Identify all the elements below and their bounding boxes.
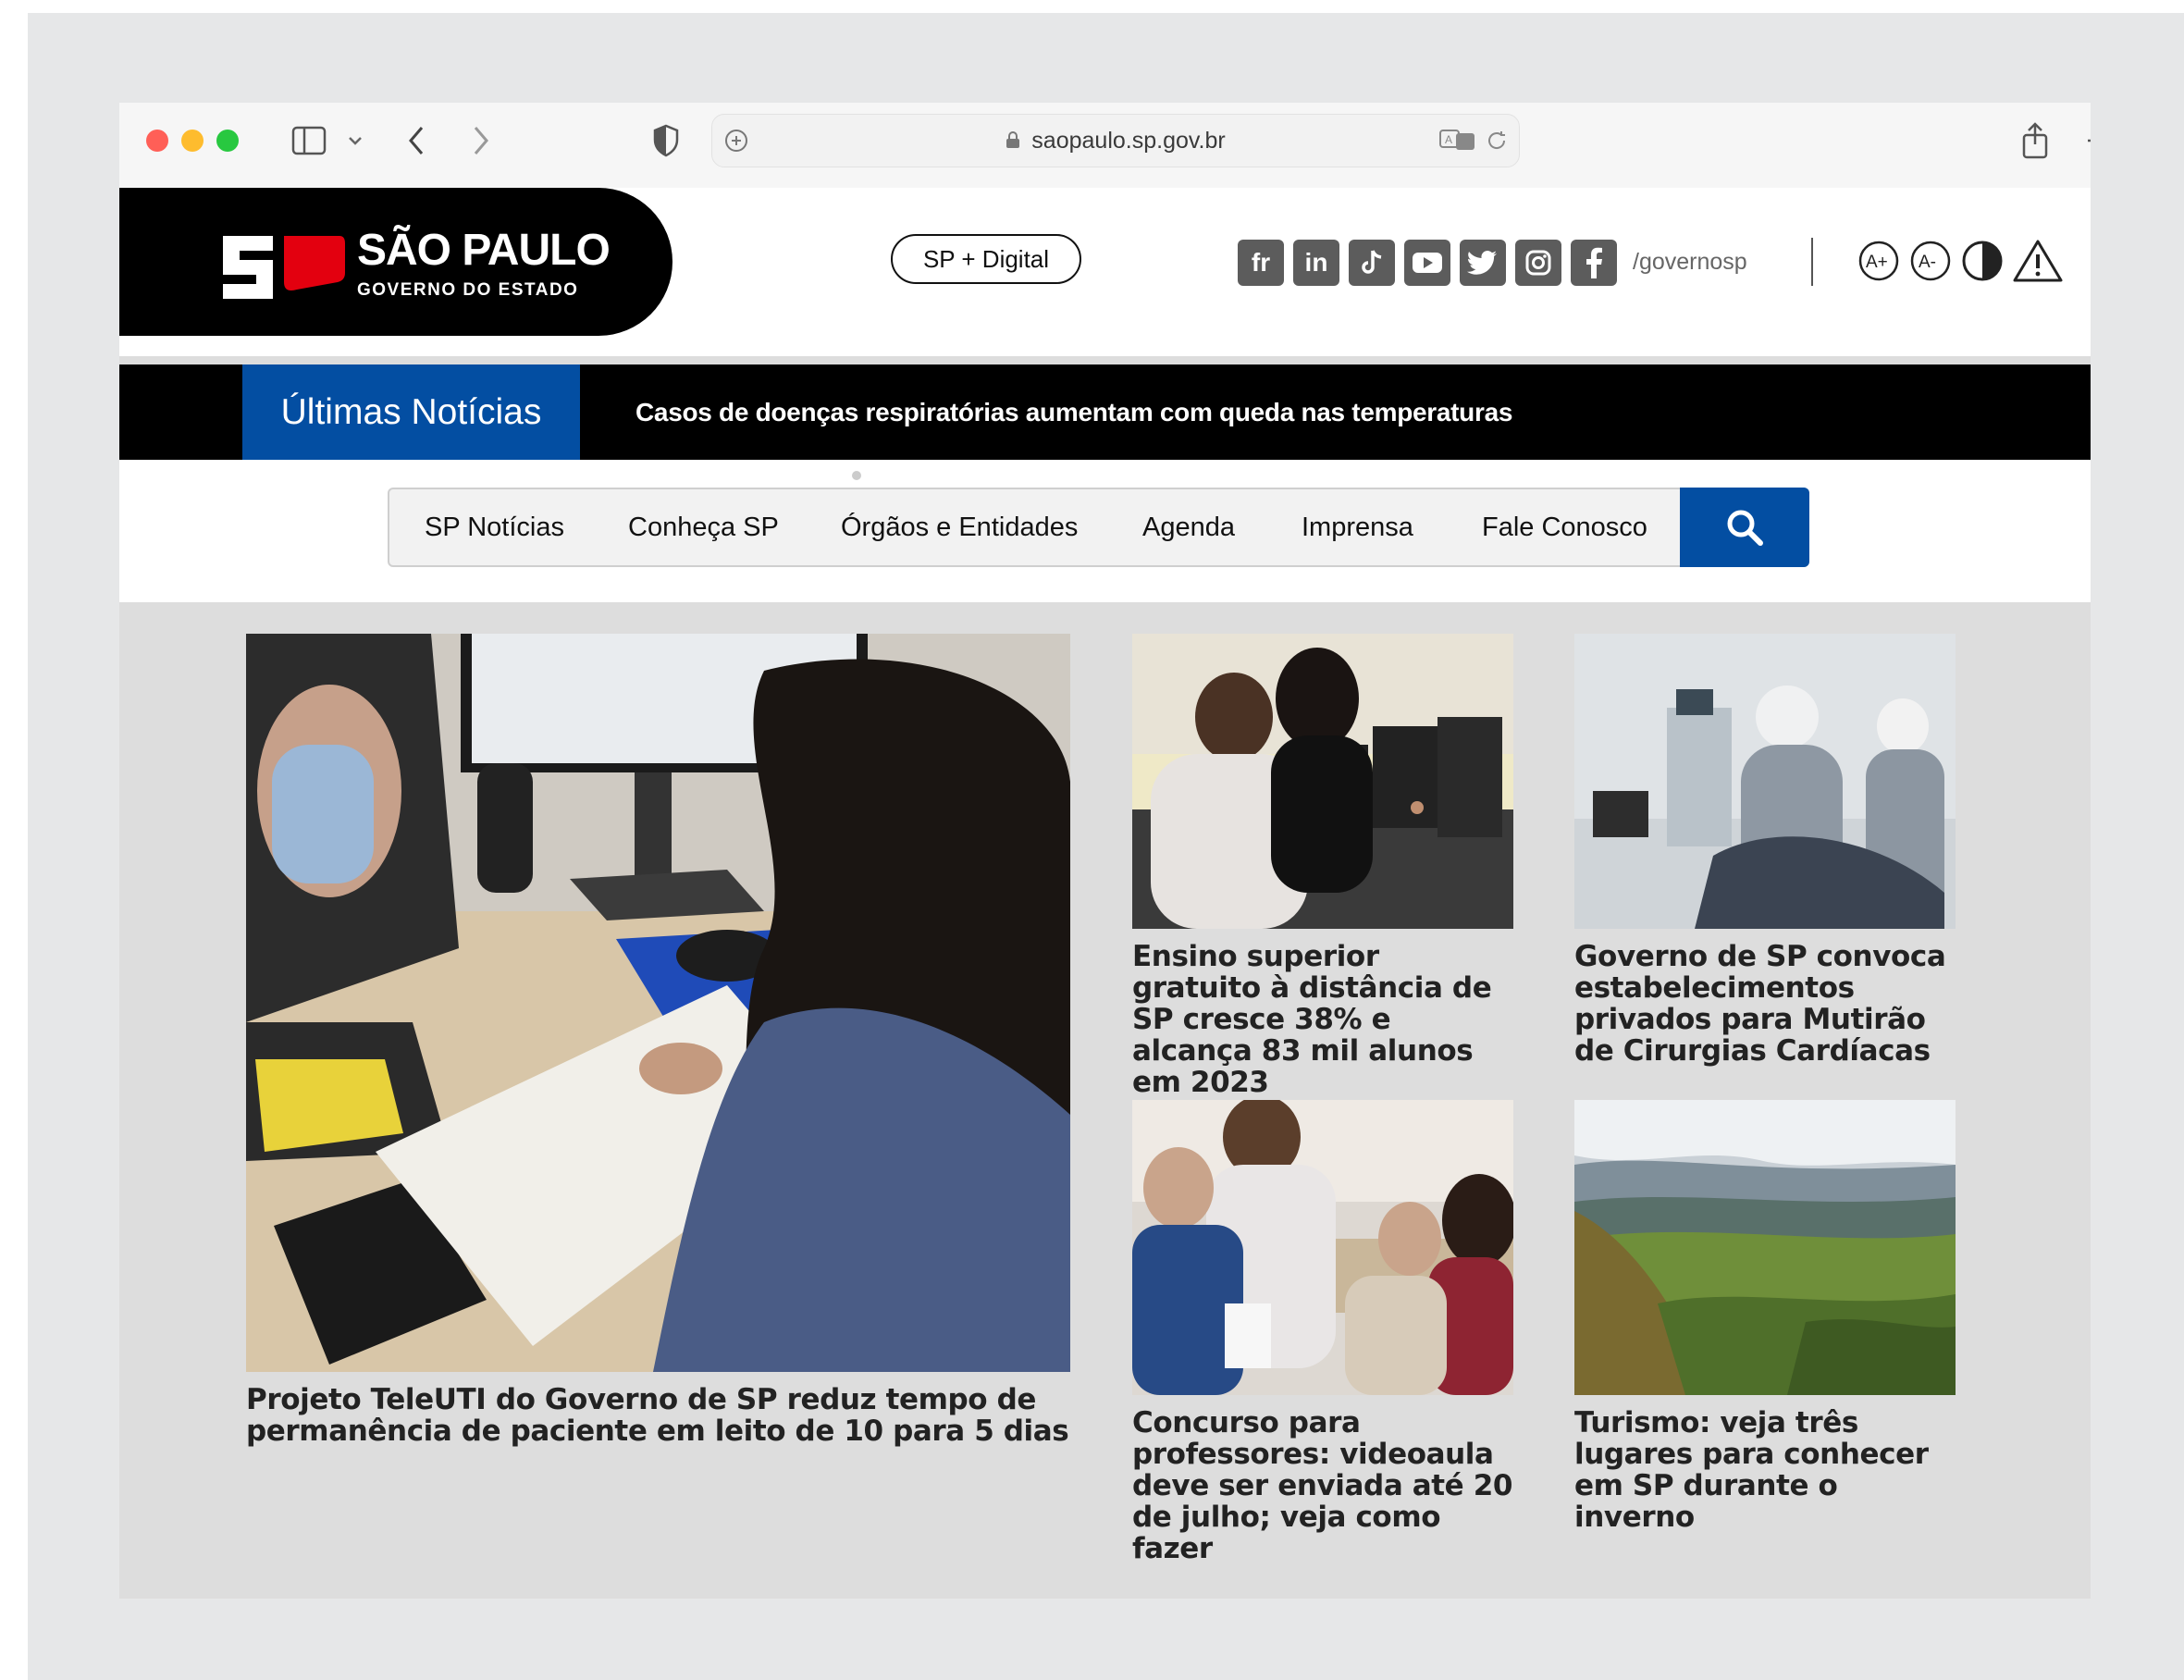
address-bar[interactable]: saopaulo.sp.gov.br A: [711, 114, 1520, 167]
ticker-headline-link[interactable]: Casos de doenças respiratórias aumentam …: [635, 364, 1512, 460]
news-headline-turismo[interactable]: Turismo: veja três lugares para conhecer…: [1574, 1407, 1956, 1533]
flickr-icon[interactable]: fr: [1238, 240, 1284, 286]
svg-text:A: A: [1445, 133, 1452, 146]
main-news-headline[interactable]: Projeto TeleUTI do Governo de SP reduz t…: [246, 1384, 1070, 1447]
nav-item-agenda[interactable]: Agenda: [1142, 489, 1235, 565]
logo-title: SÃO PAULO: [357, 226, 611, 275]
nav-item-orgaos-entidades[interactable]: Órgãos e Entidades: [841, 489, 1078, 565]
nav-item-sp-noticias[interactable]: SP Notícias: [425, 489, 564, 565]
site-header: SÃO PAULO GOVERNO DO ESTADO SP + Digital…: [119, 188, 2091, 356]
logo-subtitle: GOVERNO DO ESTADO: [357, 280, 579, 300]
news-image-concurso[interactable]: [1132, 1100, 1513, 1395]
minimize-window-button[interactable]: [181, 130, 204, 152]
browser-window: saopaulo.sp.gov.br A SÃO PAULO GOVERNO D…: [119, 103, 2091, 1599]
main-navigation-area: SP Notícias Conheça SP Órgãos e Entidade…: [119, 460, 2091, 602]
reload-icon[interactable]: [1486, 130, 1508, 156]
url-text: saopaulo.sp.gov.br: [1031, 128, 1226, 154]
chevron-down-icon[interactable]: [345, 121, 365, 160]
sp-logo-icon: [223, 236, 345, 299]
svg-text:A-: A-: [1919, 253, 1936, 272]
news-headline-concurso[interactable]: Concurso para professores: videoaula dev…: [1132, 1407, 1513, 1564]
news-section: Projeto TeleUTI do Governo de SP reduz t…: [119, 602, 2091, 1599]
browser-toolbar: saopaulo.sp.gov.br A: [119, 103, 2091, 189]
social-handle: /governosp: [1633, 249, 1747, 275]
tiktok-icon[interactable]: [1349, 240, 1395, 286]
facebook-icon[interactable]: [1571, 240, 1617, 286]
search-icon: [1727, 510, 1763, 546]
privacy-shield-icon[interactable]: [649, 121, 683, 160]
url-display: saopaulo.sp.gov.br: [712, 128, 1519, 155]
carousel-dot[interactable]: [852, 471, 861, 480]
news-image-ensino[interactable]: [1132, 634, 1513, 929]
nav-item-conheca-sp[interactable]: Conheça SP: [628, 489, 779, 565]
svg-text:A+: A+: [1866, 253, 1888, 272]
share-icon[interactable]: [2019, 121, 2051, 160]
forward-arrow-icon[interactable]: [467, 121, 495, 160]
latest-news-ticker: Últimas Notícias Casos de doenças respir…: [119, 364, 2091, 460]
instagram-icon[interactable]: [1515, 240, 1561, 286]
sp-digital-button[interactable]: SP + Digital: [891, 234, 1081, 284]
site-logo[interactable]: SÃO PAULO GOVERNO DO ESTADO: [119, 188, 672, 336]
maximize-window-button[interactable]: [216, 130, 239, 152]
font-decrease-icon[interactable]: A-: [1908, 239, 1953, 283]
main-navigation: SP Notícias Conheça SP Órgãos e Entidade…: [388, 488, 1809, 567]
latest-news-label: Últimas Notícias: [242, 364, 580, 460]
lock-icon: [1006, 129, 1020, 155]
back-arrow-icon[interactable]: [402, 121, 430, 160]
twitter-icon[interactable]: [1460, 240, 1506, 286]
news-headline-cirurgias[interactable]: Governo de SP convoca estabelecimentos p…: [1574, 941, 1956, 1067]
youtube-icon[interactable]: [1404, 240, 1450, 286]
close-window-button[interactable]: [146, 130, 168, 152]
alert-icon[interactable]: [2012, 239, 2064, 283]
new-tab-icon[interactable]: [2084, 121, 2091, 160]
news-headline-ensino[interactable]: Ensino superior gratuito à distância de …: [1132, 941, 1513, 1098]
search-button[interactable]: [1680, 488, 1809, 567]
sidebar-toggle-icon[interactable]: [289, 121, 329, 160]
font-increase-icon[interactable]: A+: [1857, 239, 1901, 283]
main-news-image[interactable]: [246, 634, 1070, 1372]
nav-item-fale-conosco[interactable]: Fale Conosco: [1482, 489, 1647, 565]
news-image-turismo[interactable]: [1574, 1100, 1956, 1395]
nav-item-imprensa[interactable]: Imprensa: [1302, 489, 1413, 565]
contrast-icon[interactable]: [1960, 239, 2005, 283]
news-image-cirurgias[interactable]: [1574, 634, 1956, 929]
header-divider: [1811, 238, 1813, 286]
translate-icon[interactable]: A: [1439, 128, 1476, 156]
linkedin-icon[interactable]: in: [1293, 240, 1339, 286]
